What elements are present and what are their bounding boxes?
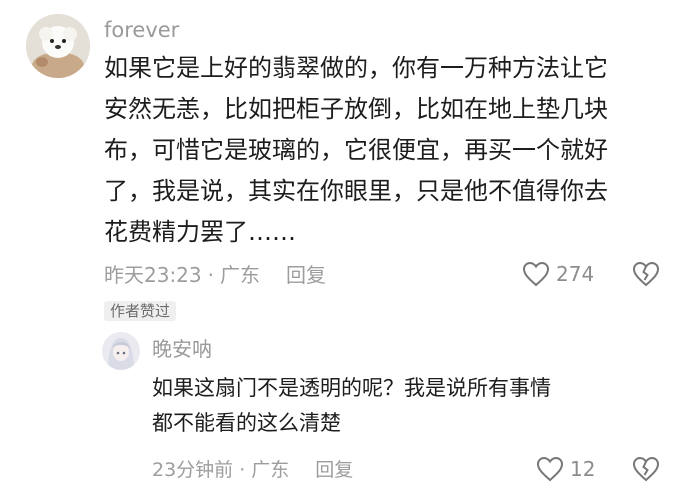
comment-location: 广东 [220,263,260,287]
comment-thread: forever 如果它是上好的翡翠做的，你有一万种方法让它 安然无恙，比如把柜子… [0,0,690,502]
broken-heart-icon [632,456,660,482]
comment-time: 昨天23:23 [104,263,202,287]
heart-outline-icon [536,456,564,482]
reply-reply-button[interactable]: 回复 [315,459,353,481]
reply-line: 如果这扇门不是透明的呢？我是说所有事情 [152,376,551,400]
reply-meta: 23分钟前 · 广东 回复 [152,457,353,483]
reply-avatar[interactable] [102,332,140,370]
reply-like-count: 12 [570,457,596,481]
reply-username[interactable]: 晚安呐 [152,336,212,362]
anime-girl-avatar-icon [102,332,140,370]
username[interactable]: forever [104,17,179,43]
meta-separator: · [239,459,246,481]
comment-line: 花费精力罢了…… [104,218,296,246]
heart-outline-icon [522,261,550,287]
comment-line: 如果它是上好的翡翠做的，你有一万种方法让它 [104,54,608,82]
comment-line: 布，可惜它是玻璃的，它很便宜，再买一个就好 [104,136,608,164]
reply-button[interactable]: 回复 [286,263,326,287]
comment-text: 如果它是上好的翡翠做的，你有一万种方法让它 安然无恙，比如把柜子放倒，比如在地上… [104,48,679,253]
broken-heart-icon [632,261,660,287]
avatar[interactable] [26,14,90,78]
reply-text: 如果这扇门不是透明的呢？我是说所有事情 都不能看的这么清楚 [152,371,672,441]
author-liked-badge: 作者赞过 [104,301,177,321]
like-count: 274 [556,262,595,286]
reply-time: 23分钟前 [152,459,234,481]
meta-separator: · [207,263,214,287]
reply-like-button[interactable]: 12 [536,456,595,482]
reply-line: 都不能看的这么清楚 [152,411,341,435]
dog-avatar-icon [26,14,90,78]
comment-meta: 昨天23:23 · 广东 回复 [104,262,326,288]
reply-dislike-button[interactable] [632,456,660,486]
comment-line: 了，我是说，其实在你眼里，只是他不值得你去 [104,177,608,205]
comment-line: 安然无恙，比如把柜子放倒，比如在地上垫几块 [104,95,608,123]
dislike-button[interactable] [632,261,660,291]
like-button[interactable]: 274 [522,261,594,287]
reply-location: 广东 [251,459,290,481]
